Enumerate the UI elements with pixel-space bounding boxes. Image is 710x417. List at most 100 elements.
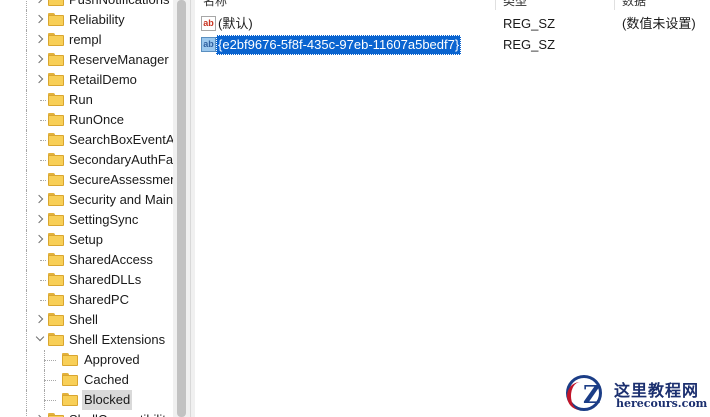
tree-guide-line bbox=[26, 150, 27, 170]
tree-guide-line bbox=[26, 30, 27, 50]
tree-item-label[interactable]: Approved bbox=[82, 350, 142, 370]
chevron-right-icon[interactable] bbox=[34, 50, 46, 70]
tree-item[interactable]: PushNotifications bbox=[0, 0, 173, 10]
tree-item-label[interactable]: Cached bbox=[82, 370, 131, 390]
folder-icon bbox=[48, 33, 64, 46]
tree-item[interactable]: SettingSync bbox=[0, 210, 173, 230]
folder-icon bbox=[48, 413, 64, 417]
tree-item-label[interactable]: RetailDemo bbox=[67, 70, 139, 90]
tree-item[interactable]: Setup bbox=[0, 230, 173, 250]
column-header-name[interactable]: 名称 bbox=[203, 0, 227, 9]
tree-item[interactable]: Run bbox=[0, 90, 173, 110]
tree-guide-line bbox=[26, 0, 27, 10]
tree-guide-line bbox=[40, 180, 46, 181]
chevron-right-icon[interactable] bbox=[34, 410, 46, 417]
value-type: REG_SZ bbox=[503, 16, 556, 31]
column-divider[interactable] bbox=[614, 0, 615, 10]
tree-guide-line bbox=[44, 360, 56, 361]
tree-item-label[interactable]: rempl bbox=[67, 30, 104, 50]
folder-icon bbox=[48, 213, 64, 226]
column-divider[interactable] bbox=[495, 0, 496, 10]
tree-item[interactable]: Reliability bbox=[0, 10, 173, 30]
value-row[interactable]: ab (默认) REG_SZ (数值未设置) bbox=[195, 14, 710, 34]
tree-guide-line bbox=[26, 130, 27, 150]
tree-item[interactable]: RetailDemo bbox=[0, 70, 173, 90]
value-name: (默认) bbox=[218, 16, 253, 31]
string-value-icon: ab bbox=[201, 16, 216, 31]
tree-item[interactable]: ReserveManager bbox=[0, 50, 173, 70]
tree-item-label[interactable]: ShellCompatibility bbox=[67, 410, 174, 417]
chevron-right-icon[interactable] bbox=[34, 30, 46, 50]
tree-scrollbar[interactable] bbox=[173, 0, 190, 417]
tree-item-label[interactable]: PushNotifications bbox=[67, 0, 171, 10]
tree-item-label[interactable]: Blocked bbox=[82, 390, 133, 410]
tree-item[interactable]: SharedDLLs bbox=[0, 270, 173, 290]
tree-item[interactable]: Security and Maintenance bbox=[0, 190, 190, 210]
tree-item-label[interactable]: Security and Maintenance bbox=[67, 190, 190, 210]
folder-icon bbox=[48, 13, 64, 26]
tree-item[interactable]: rempl bbox=[0, 30, 173, 50]
tree-item-label[interactable]: SecureAssessment bbox=[67, 170, 183, 190]
tree-item[interactable]: SecureAssessment bbox=[0, 170, 181, 190]
tree-item[interactable]: SecondaryAuthFactor bbox=[0, 150, 190, 170]
folder-icon bbox=[48, 73, 64, 86]
folder-icon bbox=[48, 253, 64, 266]
folder-icon bbox=[48, 113, 64, 126]
value-row-selected[interactable]: ab {e2bf9676-5f8f-435c-97eb-11607a5bedf7… bbox=[195, 35, 710, 55]
tree-item-label[interactable]: Shell Extensions bbox=[67, 330, 167, 350]
tree-item-label[interactable]: Run bbox=[67, 90, 95, 110]
tree-item[interactable]: RunOnce bbox=[0, 110, 173, 130]
column-header-data[interactable]: 数据 bbox=[622, 0, 646, 9]
tree-item-label[interactable]: Shell bbox=[67, 310, 100, 330]
tree-item[interactable]: SharedPC bbox=[0, 290, 173, 310]
tree-item-label[interactable]: SearchBoxEventArgs bbox=[67, 130, 190, 150]
tree-item[interactable]: SharedAccess bbox=[0, 250, 173, 270]
folder-icon bbox=[48, 153, 64, 166]
tree-guide-line bbox=[26, 370, 27, 390]
tree-guide-line bbox=[26, 270, 27, 290]
value-name[interactable]: {e2bf9676-5f8f-435c-97eb-11607a5bedf7} bbox=[216, 35, 462, 55]
tree-guide-line bbox=[40, 160, 46, 161]
folder-icon bbox=[48, 333, 64, 346]
column-header-type[interactable]: 类型 bbox=[503, 0, 527, 9]
chevron-right-icon[interactable] bbox=[34, 0, 46, 10]
tree-item-label[interactable]: SharedDLLs bbox=[67, 270, 143, 290]
values-list-pane[interactable]: 名称 类型 数据 ab (默认) REG_SZ (数值未设置) ab {e2bf… bbox=[195, 0, 710, 417]
tree-item[interactable]: Shell bbox=[0, 310, 173, 330]
tree-guide-line bbox=[40, 140, 46, 141]
tree-item-label[interactable]: SharedAccess bbox=[67, 250, 155, 270]
tree-item[interactable]: Cached bbox=[0, 370, 173, 390]
tree-guide-line bbox=[26, 250, 27, 270]
tree-item[interactable]: ShellCompatibility bbox=[0, 410, 173, 417]
tree-item[interactable]: Approved bbox=[0, 350, 173, 370]
tree-item-label[interactable]: ReserveManager bbox=[67, 50, 171, 70]
chevron-right-icon[interactable] bbox=[34, 230, 46, 250]
tree-scrollbar-thumb[interactable] bbox=[177, 0, 186, 417]
tree-guide-line bbox=[26, 330, 27, 350]
tree-item-label[interactable]: SecondaryAuthFactor bbox=[67, 150, 190, 170]
tree-item-label[interactable]: Setup bbox=[67, 230, 105, 250]
chevron-right-icon[interactable] bbox=[34, 70, 46, 90]
tree-item-label[interactable]: RunOnce bbox=[67, 110, 126, 130]
tree-item[interactable]: Shell Extensions bbox=[0, 330, 173, 350]
tree-item-label[interactable]: SettingSync bbox=[67, 210, 140, 230]
folder-icon bbox=[48, 53, 64, 66]
value-data: (数值未设置) bbox=[622, 16, 696, 31]
tree-item-label[interactable]: Reliability bbox=[67, 10, 127, 30]
folder-icon bbox=[62, 353, 78, 366]
tree-item[interactable]: Blocked bbox=[0, 390, 173, 410]
chevron-right-icon[interactable] bbox=[34, 190, 46, 210]
tree-guide-line bbox=[40, 120, 46, 121]
chevron-down-icon[interactable] bbox=[34, 330, 46, 350]
chevron-right-icon[interactable] bbox=[34, 210, 46, 230]
tree-guide-line bbox=[26, 210, 27, 230]
folder-icon bbox=[62, 393, 78, 406]
tree-item-label[interactable]: SharedPC bbox=[67, 290, 131, 310]
chevron-right-icon[interactable] bbox=[34, 10, 46, 30]
tree-guide-line bbox=[26, 10, 27, 30]
tree-item[interactable]: SearchBoxEventArgs bbox=[0, 130, 190, 150]
folder-icon bbox=[62, 373, 78, 386]
tree-guide-line bbox=[26, 390, 27, 410]
registry-tree-pane[interactable]: PushNotificationsReliabilityremplReserve… bbox=[0, 0, 190, 417]
chevron-right-icon[interactable] bbox=[34, 310, 46, 330]
